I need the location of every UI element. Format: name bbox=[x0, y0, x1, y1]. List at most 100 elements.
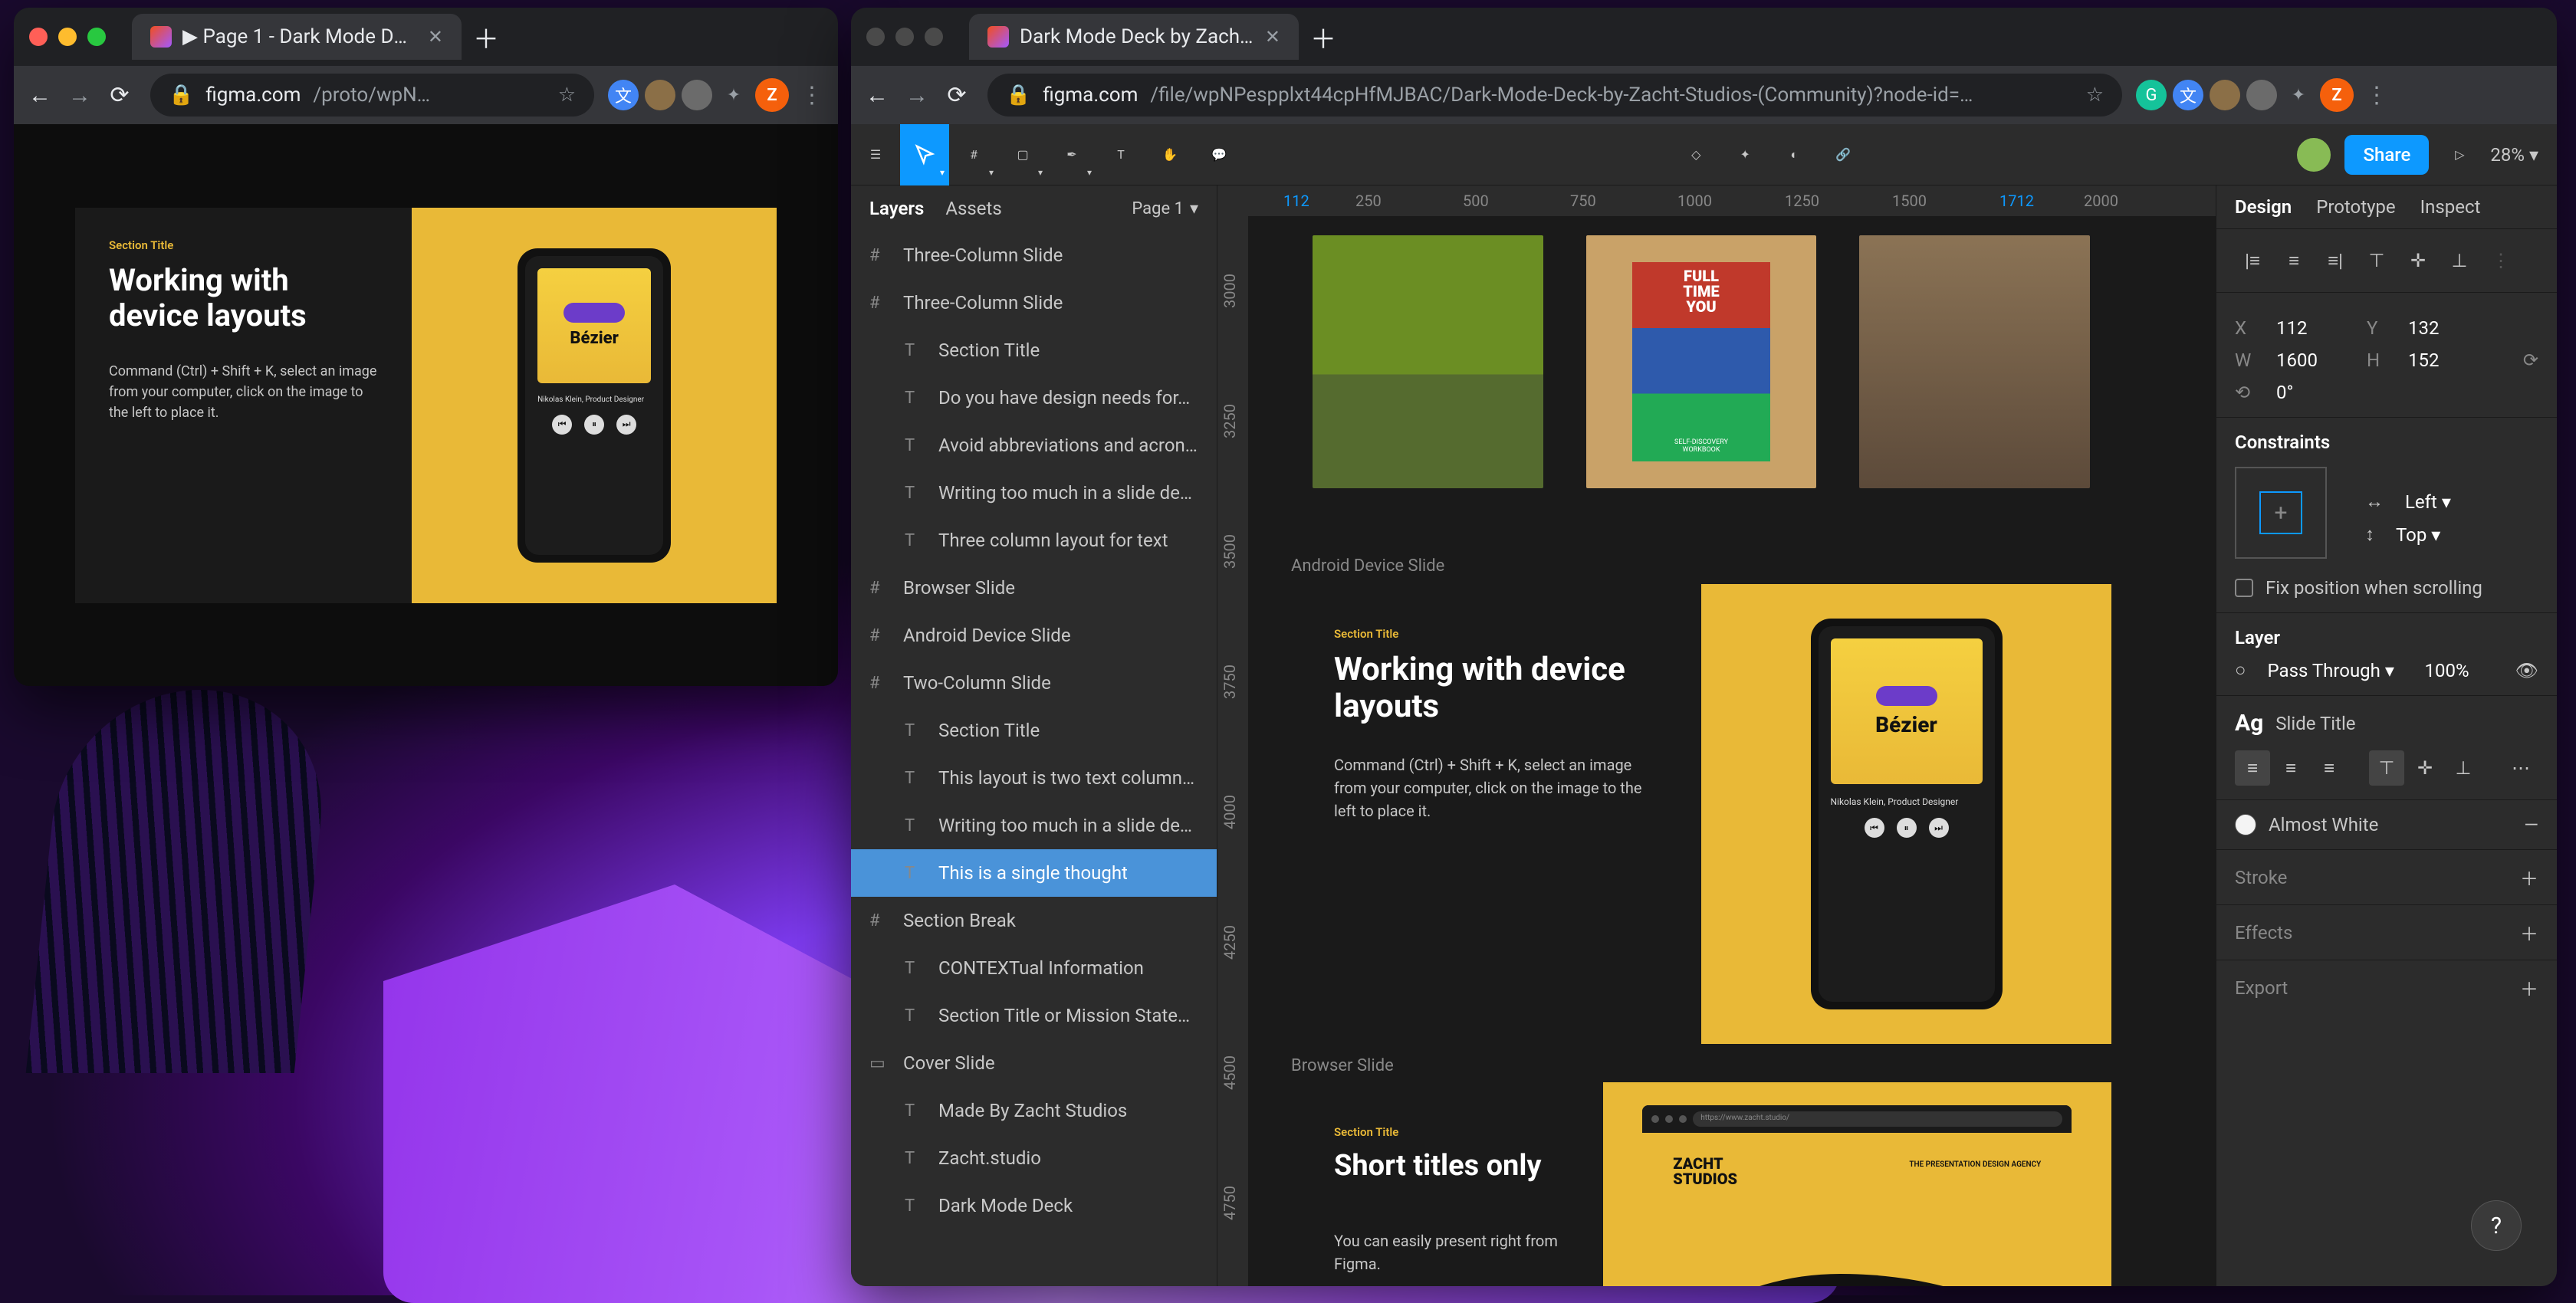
y-value[interactable]: 132 bbox=[2408, 317, 2477, 339]
layer-list[interactable]: #Three-Column Slide#Three-Column SlideTS… bbox=[851, 231, 1217, 1286]
profile-avatar[interactable]: Z bbox=[2320, 78, 2354, 112]
tab-inspect[interactable]: Inspect bbox=[2420, 196, 2481, 218]
maximize-window-icon[interactable] bbox=[925, 28, 943, 46]
layer-item[interactable]: #Two-Column Slide bbox=[851, 659, 1217, 707]
close-window-icon[interactable] bbox=[29, 28, 48, 46]
extensions-menu-icon[interactable]: ✦ bbox=[718, 80, 749, 110]
reload-button[interactable]: ⟳ bbox=[103, 78, 136, 112]
page-selector[interactable]: Page 1 ▾ bbox=[1132, 198, 1198, 219]
new-tab-button[interactable]: ＋ bbox=[469, 20, 503, 54]
prototype-viewport[interactable]: Section Title Working with device layout… bbox=[14, 124, 838, 686]
extensions-menu-icon[interactable]: ✦ bbox=[2283, 80, 2314, 110]
text-align-left-icon[interactable]: ≡ bbox=[2235, 750, 2270, 786]
layer-item[interactable]: TThis is a single thought bbox=[851, 849, 1217, 897]
extension-icon[interactable] bbox=[682, 80, 712, 110]
pen-tool[interactable]: ✒▾ bbox=[1047, 124, 1096, 185]
fill-name[interactable]: Almost White bbox=[2269, 814, 2378, 835]
more-text-options-icon[interactable]: ⋯ bbox=[2503, 750, 2538, 786]
address-field[interactable]: 🔒 figma.com/file/wpNPespplxt44cpHfMJBAC/… bbox=[987, 74, 2122, 117]
layer-item[interactable]: TThree column layout for text bbox=[851, 517, 1217, 564]
frame-label[interactable]: Browser Slide bbox=[1291, 1056, 1394, 1075]
forward-button[interactable]: → bbox=[63, 78, 97, 112]
new-tab-button[interactable]: ＋ bbox=[1306, 20, 1340, 54]
blend-mode[interactable]: Pass Through ▾ bbox=[2268, 660, 2394, 681]
extension-icon[interactable] bbox=[2210, 80, 2240, 110]
add-export-icon[interactable]: ＋ bbox=[2520, 974, 2538, 1001]
tab-design[interactable]: Design bbox=[2235, 196, 2292, 218]
text-valign-bottom-icon[interactable]: ⊥ bbox=[2446, 750, 2481, 786]
layer-item[interactable]: #Three-Column Slide bbox=[851, 231, 1217, 279]
comment-tool[interactable]: 💬 bbox=[1194, 124, 1244, 185]
shape-tool[interactable]: ▢▾ bbox=[998, 124, 1047, 185]
maximize-window-icon[interactable] bbox=[87, 28, 106, 46]
layer-item[interactable]: TWriting too much in a slide de… bbox=[851, 802, 1217, 849]
translate-extension-icon[interactable]: 文 bbox=[2173, 80, 2203, 110]
text-align-right-icon[interactable]: ≡ bbox=[2312, 750, 2347, 786]
hand-tool[interactable]: ✋ bbox=[1145, 124, 1194, 185]
browser-tab[interactable]: Dark Mode Deck by Zacht Stud… ✕ bbox=[969, 14, 1299, 60]
add-stroke-icon[interactable]: ＋ bbox=[2520, 864, 2538, 891]
fix-scroll-checkbox[interactable] bbox=[2235, 579, 2253, 597]
constraint-v[interactable]: Top ▾ bbox=[2396, 524, 2465, 546]
browser-frame[interactable]: Section Title Short titles only You can … bbox=[1291, 1082, 2111, 1286]
tab-prototype[interactable]: Prototype bbox=[2316, 196, 2395, 218]
back-button[interactable]: ← bbox=[23, 78, 57, 112]
text-valign-middle-icon[interactable]: ✛ bbox=[2407, 750, 2443, 786]
x-value[interactable]: 112 bbox=[2276, 317, 2345, 339]
edit-object-icon[interactable]: ◇ bbox=[1671, 124, 1720, 185]
grammarly-extension-icon[interactable]: G bbox=[2136, 80, 2167, 110]
close-tab-icon[interactable]: ✕ bbox=[428, 26, 443, 48]
align-top-icon[interactable]: ⊤ bbox=[2359, 243, 2394, 278]
layer-item[interactable]: TSection Title bbox=[851, 707, 1217, 754]
address-field[interactable]: 🔒 figma.com/proto/wpN… ☆ bbox=[150, 74, 594, 117]
link-dimensions-icon[interactable]: ⟳ bbox=[2523, 350, 2538, 371]
w-value[interactable]: 1600 bbox=[2276, 350, 2345, 371]
close-tab-icon[interactable]: ✕ bbox=[1265, 26, 1280, 48]
fill-swatch-icon[interactable] bbox=[2235, 814, 2256, 835]
browser-tab[interactable]: ▶ Page 1 - Dark Mode Deck by… ✕ bbox=[132, 14, 462, 60]
text-style-name[interactable]: Slide Title bbox=[2275, 713, 2355, 734]
layer-item[interactable]: TAvoid abbreviations and acron… bbox=[851, 422, 1217, 469]
forward-button[interactable]: → bbox=[900, 78, 934, 112]
layer-item[interactable]: TWriting too much in a slide de… bbox=[851, 469, 1217, 517]
layer-item[interactable]: TZacht.studio bbox=[851, 1134, 1217, 1182]
add-effect-icon[interactable]: ＋ bbox=[2520, 919, 2538, 946]
collaborator-avatar[interactable] bbox=[2295, 136, 2332, 173]
text-tool[interactable]: T bbox=[1096, 124, 1145, 185]
profile-avatar[interactable]: Z bbox=[755, 78, 789, 112]
back-button[interactable]: ← bbox=[860, 78, 894, 112]
mask-icon[interactable]: ◐ bbox=[1769, 124, 1819, 185]
layer-item[interactable]: TThis layout is two text column… bbox=[851, 754, 1217, 802]
layer-item[interactable]: TCONTEXTual Information bbox=[851, 944, 1217, 992]
align-right-icon[interactable]: ≡| bbox=[2318, 243, 2353, 278]
layer-item[interactable]: #Three-Column Slide bbox=[851, 279, 1217, 327]
android-device-frame[interactable]: Section Title Working with device layout… bbox=[1291, 584, 2111, 1044]
help-button[interactable]: ? bbox=[2471, 1200, 2522, 1251]
three-column-frame[interactable]: FULL TIME YOU SELF-DISCOVERY WORKBOOK bbox=[1291, 216, 2111, 507]
star-icon[interactable]: ☆ bbox=[2086, 84, 2104, 107]
star-icon[interactable]: ☆ bbox=[558, 84, 576, 107]
opacity-value[interactable]: 100% bbox=[2425, 660, 2494, 681]
present-button[interactable]: ▷ bbox=[2441, 136, 2478, 173]
link-icon[interactable]: 🔗 bbox=[1819, 124, 1868, 185]
layer-item[interactable]: TSection Title bbox=[851, 327, 1217, 374]
chrome-menu-icon[interactable]: ⋮ bbox=[795, 78, 829, 112]
frame-label[interactable]: Android Device Slide bbox=[1291, 556, 1444, 576]
zoom-dropdown[interactable]: 28% ▾ bbox=[2490, 144, 2538, 166]
layer-item[interactable]: #Android Device Slide bbox=[851, 612, 1217, 659]
layer-item[interactable]: ▭Cover Slide bbox=[851, 1039, 1217, 1087]
tab-layers[interactable]: Layers bbox=[869, 198, 924, 219]
layer-item[interactable]: TMade By Zacht Studios bbox=[851, 1087, 1217, 1134]
move-tool[interactable]: ▾ bbox=[900, 124, 949, 185]
text-valign-top-icon[interactable]: ⊤ bbox=[2369, 750, 2404, 786]
h-value[interactable]: 152 bbox=[2408, 350, 2477, 371]
chrome-menu-icon[interactable]: ⋮ bbox=[2360, 78, 2394, 112]
layer-item[interactable]: #Browser Slide bbox=[851, 564, 1217, 612]
text-align-center-icon[interactable]: ≡ bbox=[2273, 750, 2308, 786]
align-bottom-icon[interactable]: ⊥ bbox=[2442, 243, 2477, 278]
main-menu-button[interactable]: ☰ bbox=[851, 124, 900, 185]
align-vcenter-icon[interactable]: ✛ bbox=[2400, 243, 2436, 278]
distribute-icon[interactable]: ⋮ bbox=[2483, 243, 2518, 278]
translate-extension-icon[interactable]: 文 bbox=[608, 80, 639, 110]
share-button[interactable]: Share bbox=[2344, 135, 2429, 175]
